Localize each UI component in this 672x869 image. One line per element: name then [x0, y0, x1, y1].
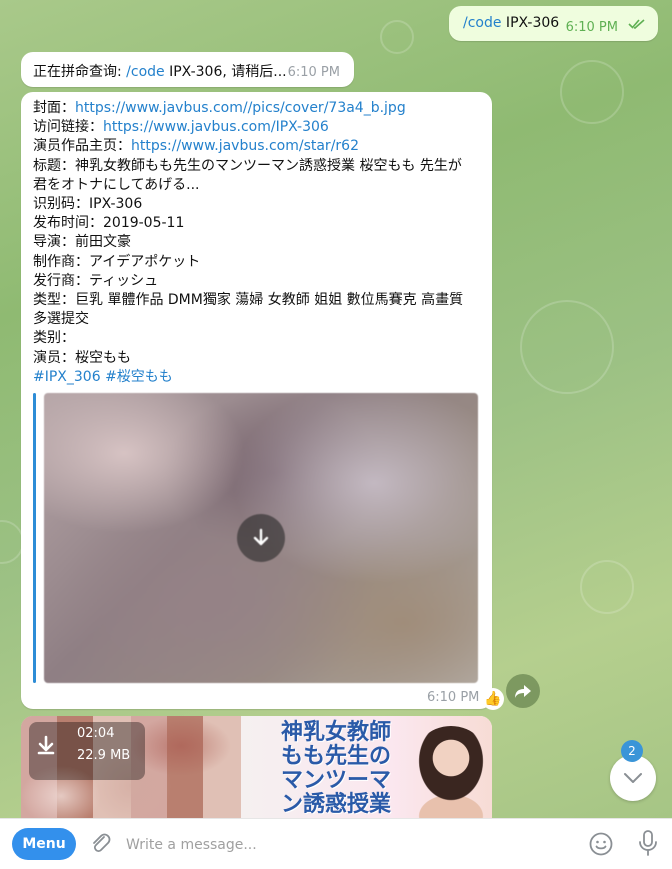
link-preview-image[interactable] [44, 393, 478, 683]
star-link[interactable]: https://www.javbus.com/star/r62 [131, 138, 359, 154]
publisher-line: 发行商：ティッシュ [33, 272, 159, 289]
hashtags: #IPX_306 #桜空もも [33, 368, 483, 387]
download-icon[interactable] [31, 730, 61, 760]
visit-line: 访问链接：https://www.javbus.com/IPX-306 [33, 118, 483, 137]
genre-line-1: 类型：巨乳 單體作品 DMM獨家 蕩婦 女教師 姐姐 數位馬賽克 高畫質 [33, 292, 464, 309]
incoming-message-info[interactable]: 封面：https://www.javbus.com//pics/cover/73… [21, 92, 504, 710]
background-doodle [560, 60, 624, 124]
cover-model-art [411, 726, 491, 818]
info-text-block: 封面：https://www.javbus.com//pics/cover/73… [33, 99, 483, 387]
message-text: /code IPX-306 [463, 15, 559, 31]
query-suffix: IPX-306, 请稍后... [164, 64, 287, 80]
chevron-down-icon [624, 773, 642, 783]
background-doodle [580, 560, 634, 614]
forward-icon[interactable] [506, 674, 540, 708]
star-line: 演员作品主页：https://www.javbus.com/star/r62 [33, 137, 483, 156]
visit-label: 访问链接： [33, 119, 103, 136]
message-time: 6:10 PM [427, 690, 480, 705]
bot-command-link[interactable]: /code [126, 64, 164, 80]
hashtag-link[interactable]: #IPX_306 [33, 369, 101, 385]
actor-line: 演员：桜空もも [33, 349, 131, 366]
chat-background: /code IPX-306 6:10 PM 正在拼命查询: /code IPX-… [0, 0, 672, 818]
maker-line: 制作商：アイデアポケット [33, 253, 201, 270]
date-line: 发布时间：2019-05-11 [33, 215, 185, 232]
reaction-badge[interactable]: 👍 [482, 688, 504, 710]
bot-menu-button[interactable]: Menu [12, 828, 76, 860]
incoming-message-query[interactable]: 正在拼命查询: /code IPX-306, 请稍后... 6:10 PM [21, 52, 354, 87]
message-text: 正在拼命查询: /code IPX-306, 请稍后... [33, 61, 287, 81]
video-thumbnail-cover: 神乳女教師もも先生のマンツーマン誘惑授業 [241, 716, 492, 818]
paperclip-icon[interactable] [88, 831, 112, 855]
title-line-2: 君をオトナにしてあげる... [33, 176, 200, 193]
microphone-icon[interactable] [636, 829, 660, 857]
query-prefix: 正在拼命查询: [33, 64, 127, 80]
download-icon[interactable] [237, 514, 285, 562]
emoji-icon[interactable] [588, 831, 614, 857]
command-argument: IPX-306 [501, 15, 560, 31]
double-check-icon [628, 18, 646, 34]
video-duration: 02:04 [77, 726, 115, 741]
director-line: 导演：前田文豪 [33, 234, 131, 251]
background-doodle [520, 300, 614, 394]
cover-title-art: 神乳女教師もも先生のマンツーマン誘惑授業 [280, 719, 391, 817]
outgoing-message[interactable]: /code IPX-306 6:10 PM [449, 6, 658, 41]
code-line: 识别码：IPX-306 [33, 196, 143, 213]
video-message[interactable]: 神乳女教師もも先生のマンツーマン誘惑授業 02:04 22.9 MB [21, 716, 492, 818]
link-preview-accent-bar [33, 393, 36, 683]
unread-count-badge: 2 [621, 740, 643, 762]
title-line-1: 标题：神乳女教師もも先生のマンツーマン誘惑授業 桜空もも 先生が [33, 157, 462, 174]
cover-link[interactable]: https://www.javbus.com//pics/cover/73a4_… [75, 100, 406, 116]
star-label: 演员作品主页： [33, 138, 131, 155]
bot-command-link[interactable]: /code [463, 15, 501, 31]
message-time: 6:10 PM [287, 65, 340, 80]
cover-label: 封面： [33, 100, 75, 116]
hashtag-link[interactable]: #桜空もも [105, 369, 173, 385]
message-composer: Menu [0, 818, 672, 869]
video-size: 22.9 MB [77, 748, 131, 763]
genre-line-2: 多選提交 [33, 311, 89, 328]
message-input[interactable] [124, 829, 568, 861]
cover-line: 封面：https://www.javbus.com//pics/cover/73… [33, 99, 483, 118]
message-time: 6:10 PM [565, 20, 618, 35]
visit-link[interactable]: https://www.javbus.com/IPX-306 [103, 119, 329, 135]
background-doodle [380, 20, 414, 54]
category-line: 类别： [33, 330, 75, 347]
